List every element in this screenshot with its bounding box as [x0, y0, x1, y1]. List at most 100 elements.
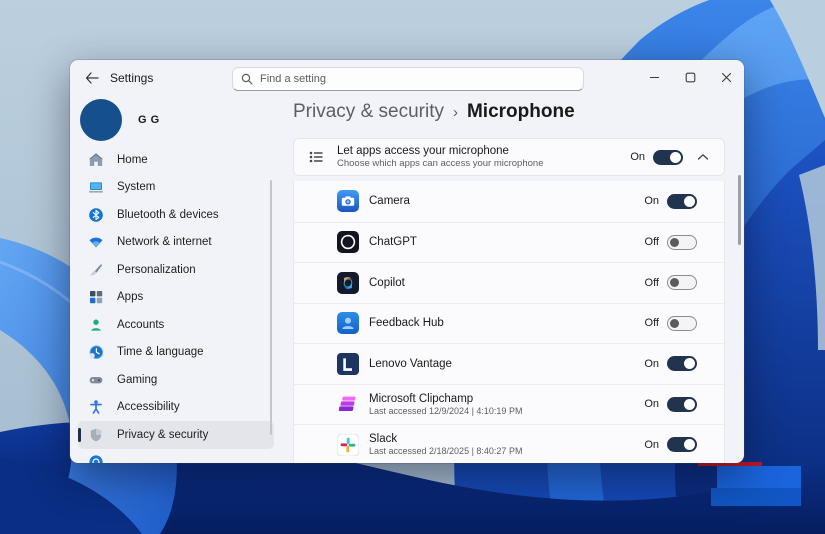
- app-toggle-feedback-hub[interactable]: [667, 315, 697, 331]
- settings-window: Settings Find a setting G G Home System …: [70, 60, 744, 463]
- app-name: Lenovo Vantage: [369, 357, 452, 370]
- app-permission-list-icon: [309, 151, 323, 163]
- app-toggle-state-label: On: [644, 398, 659, 411]
- sidebar-item-label: Accounts: [117, 318, 165, 331]
- privacy-security-icon: [88, 427, 104, 443]
- app-last-accessed: Last accessed 12/9/2024 | 4:10:19 PM: [369, 405, 523, 416]
- sidebar-item-apps[interactable]: Apps: [78, 284, 274, 312]
- sidebar-item-label: Accessibility: [117, 401, 180, 414]
- lenovo-vantage-app-icon: [337, 352, 359, 375]
- breadcrumb-separator: ›: [452, 104, 458, 121]
- sidebar-nav: Home System Bluetooth & devices Network & i…: [78, 152, 274, 463]
- app-name: Slack: [369, 433, 398, 446]
- time-language-icon: [88, 344, 104, 360]
- sidebar-item-windows-update[interactable]: [78, 449, 274, 463]
- gaming-icon: [88, 372, 104, 388]
- desktop: Settings Find a setting G G Home System …: [0, 0, 825, 534]
- network-icon: [88, 234, 104, 250]
- app-row-camera: Camera On: [294, 181, 724, 222]
- app-toggle-microsoft-clipchamp[interactable]: [667, 396, 697, 412]
- app-toggle-state-label: On: [644, 195, 659, 208]
- artifact-blue-rect-top: [717, 466, 801, 488]
- home-icon: [88, 152, 104, 168]
- bluetooth-icon: [88, 207, 104, 223]
- app-toggle-lenovo-vantage[interactable]: [667, 356, 697, 372]
- app-toggle-chatgpt[interactable]: [667, 234, 697, 250]
- app-permission-list: Camera On ChatGPT Off Copilot Off Feedback Hub…: [293, 181, 725, 463]
- main-content: Privacy & security › Microphone Let apps…: [293, 60, 725, 463]
- back-button[interactable]: [78, 64, 106, 92]
- master-toggle-title: Let apps access your microphone: [337, 145, 509, 157]
- sidebar-item-privacy-security[interactable]: Privacy & security: [78, 421, 274, 449]
- app-toggle-state-label: Off: [644, 276, 659, 289]
- avatar: [80, 99, 122, 141]
- app-toggle-state-label: Off: [644, 236, 659, 249]
- apps-icon: [88, 289, 104, 305]
- personalization-icon: [88, 262, 104, 278]
- sidebar-item-label: Bluetooth & devices: [117, 208, 219, 221]
- sidebar-item-label: Apps: [117, 291, 144, 304]
- search-icon: [241, 73, 253, 85]
- sidebar-item-system[interactable]: System: [78, 174, 274, 202]
- master-toggle-state-label: On: [630, 151, 645, 163]
- back-arrow-icon: [85, 72, 99, 84]
- screen-overlay-artifact: [698, 461, 808, 507]
- chevron-up-icon[interactable]: [697, 153, 713, 161]
- sidebar-item-label: Gaming: [117, 373, 158, 386]
- sidebar-item-label: System: [117, 181, 156, 194]
- app-toggle-state-label: Off: [644, 317, 659, 330]
- sidebar-item-network-internet[interactable]: Network & internet: [78, 229, 274, 257]
- chatgpt-app-icon: [337, 231, 359, 254]
- system-icon: [88, 179, 104, 195]
- artifact-blue-rect-bottom: [711, 488, 801, 506]
- sidebar-item-home[interactable]: Home: [78, 152, 274, 174]
- app-name: ChatGPT: [369, 236, 417, 249]
- sidebar-item-gaming[interactable]: Gaming: [78, 366, 274, 394]
- sidebar-scrollbar[interactable]: [270, 180, 272, 435]
- sidebar-item-label: Home: [117, 153, 148, 166]
- app-toggle-slack[interactable]: [667, 437, 697, 453]
- accounts-icon: [88, 317, 104, 333]
- copilot-app-icon: [337, 271, 359, 294]
- sidebar-item-accessibility[interactable]: Accessibility: [78, 394, 274, 422]
- app-name: Copilot: [369, 276, 405, 289]
- master-toggle-subtitle: Choose which apps can access your microp…: [337, 158, 544, 169]
- app-toggle-copilot[interactable]: [667, 275, 697, 291]
- feedback-hub-app-icon: [337, 312, 359, 335]
- app-last-accessed: Last accessed 2/18/2025 | 8:40:27 PM: [369, 446, 523, 457]
- breadcrumb: Privacy & security › Microphone: [293, 101, 575, 123]
- app-name: Microsoft Clipchamp: [369, 392, 474, 405]
- sidebar-item-label: Privacy & security: [117, 428, 209, 441]
- app-name: Feedback Hub: [369, 317, 444, 330]
- sidebar-item-time-language[interactable]: Time & language: [78, 339, 274, 367]
- window-title: Settings: [110, 71, 154, 85]
- app-row-chatgpt: ChatGPT Off: [294, 221, 724, 263]
- account-name: G G: [138, 114, 160, 126]
- accessibility-icon: [88, 399, 104, 415]
- sidebar-item-accounts[interactable]: Accounts: [78, 311, 274, 339]
- page-title: Microphone: [466, 101, 575, 122]
- breadcrumb-parent[interactable]: Privacy & security: [293, 101, 444, 123]
- windows-update-icon: [88, 454, 104, 463]
- clipchamp-app-icon: [337, 393, 359, 415]
- slack-app-icon: [336, 433, 360, 457]
- content-scrollbar[interactable]: [738, 175, 741, 245]
- app-toggle-state-label: On: [644, 438, 659, 451]
- app-row-feedback-hub: Feedback Hub Off: [294, 302, 724, 344]
- account-card[interactable]: G G: [80, 97, 280, 143]
- sidebar-item-personalization[interactable]: Personalization: [78, 256, 274, 284]
- app-name: Camera: [369, 195, 410, 208]
- sidebar-item-label: Personalization: [117, 263, 196, 276]
- app-row-slack: Slack Last accessed 2/18/2025 | 8:40:27 P…: [294, 424, 724, 463]
- app-row-lenovo-vantage: Lenovo Vantage On: [294, 343, 724, 384]
- master-toggle-switch[interactable]: [653, 149, 683, 165]
- sidebar-item-label: Time & language: [117, 346, 204, 359]
- sidebar-item-label: Network & internet: [117, 236, 212, 249]
- app-row-copilot: Copilot Off: [294, 262, 724, 303]
- master-toggle-row[interactable]: Let apps access your microphone Choose w…: [293, 138, 725, 176]
- camera-app-icon: [337, 190, 359, 213]
- sidebar-item-bluetooth-devices[interactable]: Bluetooth & devices: [78, 201, 274, 229]
- app-toggle-camera[interactable]: [667, 193, 697, 209]
- app-row-microsoft-clipchamp: Microsoft Clipchamp Last accessed 12/9/20…: [294, 383, 724, 425]
- app-toggle-state-label: On: [644, 357, 659, 370]
